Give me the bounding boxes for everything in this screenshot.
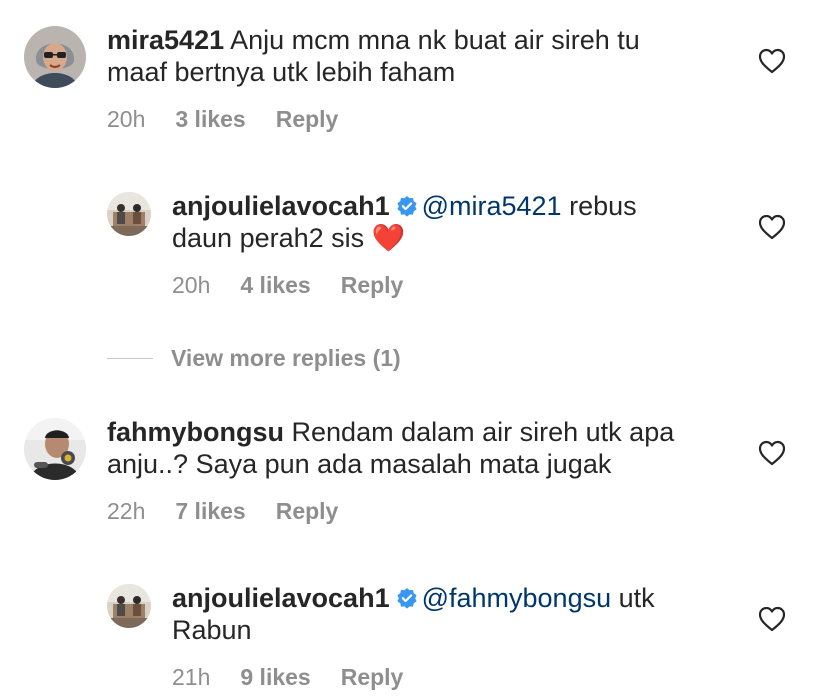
avatar-fahmybongsu[interactable] <box>24 418 86 480</box>
reply-button[interactable]: Reply <box>341 272 404 298</box>
reply-time: 20h <box>172 272 211 298</box>
comment-body-line1: Anju mcm mna nk buat air sireh tu <box>230 25 640 55</box>
reply-meta: 20h 4 likes Reply <box>172 272 403 299</box>
comment-body-line2: anju..? Saya pun ada masalah mata jugak <box>107 449 612 479</box>
avatar-anjoulielavocah1[interactable] <box>107 584 151 628</box>
reply-body-line2: Rabun <box>172 615 252 645</box>
reply-likes-count[interactable]: 4 likes <box>240 272 310 298</box>
view-more-replies-label: View more replies (1) <box>171 344 401 371</box>
reply-button[interactable]: Reply <box>276 498 339 524</box>
comment-time: 20h <box>107 106 146 132</box>
comment-text: mira5421 Anju mcm mna nk buat air sireh … <box>107 24 640 56</box>
comment-likes-count[interactable]: 3 likes <box>175 106 245 132</box>
comment-meta: 22h 7 likes Reply <box>107 498 338 525</box>
reply-body-line1: rebus <box>569 191 637 221</box>
reply-meta: 21h 9 likes Reply <box>172 664 403 691</box>
comment-text: fahmybongsu Rendam dalam air sireh utk a… <box>107 416 674 448</box>
reply-body-line2-wrap: daun perah2 sis ❤️ <box>172 222 405 254</box>
comment-username[interactable]: fahmybongsu <box>107 417 284 447</box>
reply-body-line2: daun perah2 sis <box>172 223 365 253</box>
reply-text: anjoulielavocah1 @fahmybongsu utk <box>172 582 655 614</box>
like-heart-icon[interactable] <box>758 606 786 632</box>
like-heart-icon[interactable] <box>758 48 786 74</box>
reply-username[interactable]: anjoulielavocah1 <box>172 191 390 221</box>
reply-button[interactable]: Reply <box>276 106 339 132</box>
reply-time: 21h <box>172 664 211 690</box>
mention-link[interactable]: @mira5421 <box>422 191 562 221</box>
reply-text: anjoulielavocah1 @mira5421 rebus <box>172 190 637 222</box>
like-heart-icon[interactable] <box>758 440 786 466</box>
like-heart-icon[interactable] <box>758 214 786 240</box>
view-more-divider <box>107 357 153 359</box>
mention-link[interactable]: @fahmybongsu <box>422 583 612 613</box>
reply-button[interactable]: Reply <box>341 664 404 690</box>
reply-body-line1: utk <box>618 583 655 613</box>
verified-badge-icon <box>396 587 418 609</box>
comment-meta: 20h 3 likes Reply <box>107 106 338 133</box>
reply-likes-count[interactable]: 9 likes <box>240 664 310 690</box>
verified-badge-icon <box>396 195 418 217</box>
comment-username[interactable]: mira5421 <box>107 25 224 55</box>
comment-time: 22h <box>107 498 146 524</box>
avatar-anjoulielavocah1[interactable] <box>107 192 151 236</box>
reply-username[interactable]: anjoulielavocah1 <box>172 583 390 613</box>
avatar-mira5421[interactable] <box>24 26 86 88</box>
comment-likes-count[interactable]: 7 likes <box>175 498 245 524</box>
comment-body-line2: maaf bertnya utk lebih faham <box>107 57 456 87</box>
heart-emoji: ❤️ <box>371 223 406 253</box>
view-more-replies-button[interactable]: View more replies (1) <box>107 340 401 376</box>
comment-body-line1: Rendam dalam air sireh utk apa <box>291 417 675 447</box>
